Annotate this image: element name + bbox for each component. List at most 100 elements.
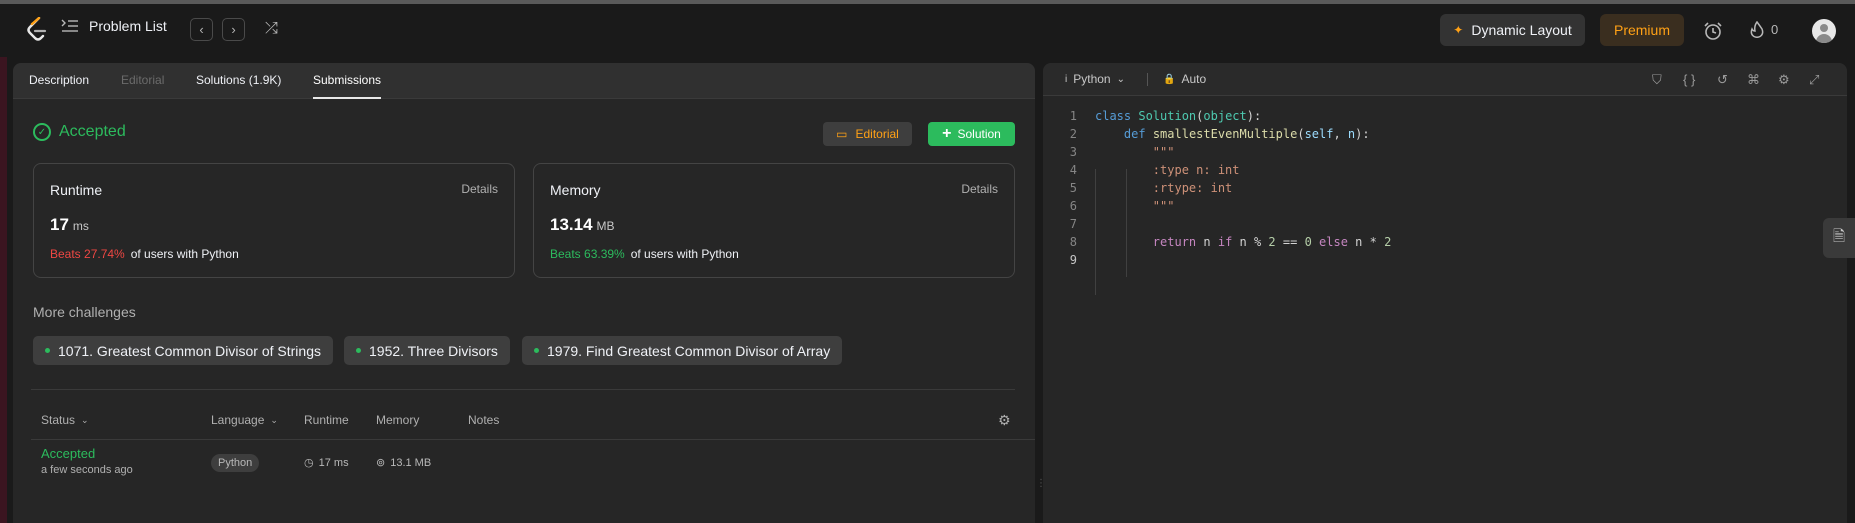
runtime-beats-percent: Beats 27.74% (50, 247, 125, 261)
command-icon[interactable]: ⌘ (1747, 72, 1760, 88)
plus-icon: + (942, 125, 952, 142)
expand-icon[interactable]: ⤢ (1809, 72, 1819, 88)
status-column-header[interactable]: Status ⌄ (41, 413, 89, 427)
auto-label: Auto (1181, 72, 1207, 86)
challenge-chip[interactable]: 1979. Find Greatest Common Divisor of Ar… (522, 336, 843, 365)
memory-header-label: Memory (376, 413, 420, 427)
code-line: 7 (1043, 215, 1847, 233)
difficulty-dot-icon (534, 348, 539, 353)
document-icon: 🗎 (1832, 227, 1846, 245)
chevron-down-icon: ⌄ (270, 414, 278, 425)
next-problem-button[interactable]: › (222, 18, 245, 41)
sparkle-icon: ✦ (1453, 23, 1464, 37)
code-line: 9 (1043, 251, 1847, 269)
runtime-details-link[interactable]: Details (461, 182, 498, 196)
memory-beats-suffix: of users with Python (630, 247, 739, 261)
runtime-title: Runtime (50, 182, 103, 198)
line-number: 9 (1069, 253, 1077, 267)
memory-beats: Beats 63.39% of users with Python (550, 247, 739, 261)
line-number: 7 (1069, 217, 1077, 231)
user-avatar[interactable] (1812, 19, 1836, 43)
code-line: 2 def smallestEvenMultiple(self, n): (1043, 125, 1847, 143)
shuffle-icon[interactable]: ⤮ (265, 20, 278, 38)
row-memory: ⊚ 13.1 MB (376, 456, 431, 470)
lock-icon: 🔒 (1163, 73, 1176, 85)
panel-tabs: Description Editorial Solutions (1.9K) S… (13, 63, 1035, 99)
tab-editorial[interactable]: Editorial (121, 73, 164, 87)
difficulty-dot-icon (45, 348, 50, 353)
auto-mode-toggle[interactable]: 🔒 Auto (1163, 72, 1206, 86)
dynamic-layout-button[interactable]: ✦ Dynamic Layout (1440, 14, 1585, 46)
notes-header-label: Notes (468, 413, 500, 427)
memory-card[interactable]: Memory Details 13.14 MB Beats 63.39% of u… (533, 163, 1015, 278)
editorial-button[interactable]: ▭ Editorial (823, 122, 912, 146)
line-number: 8 (1069, 235, 1077, 249)
runtime-value: 17 ms (50, 215, 89, 235)
section-divider (31, 389, 1015, 390)
chevron-left-icon: ‹ (199, 22, 204, 37)
challenge-title: 1071. Greatest Common Divisor of Strings (58, 342, 321, 359)
code-editor-panel: i Python ⌄ 🔒 Auto ⛉ { } ↺ ⌘ ⚙ ⤢ 1 class S… (1043, 63, 1847, 523)
prev-problem-button[interactable]: ‹ (190, 18, 213, 41)
memory-column-header: Memory (376, 413, 419, 427)
bookmark-icon[interactable]: ⛉ (1652, 72, 1662, 88)
memory-value: 13.14 MB (550, 215, 615, 235)
active-tab-indicator (313, 97, 381, 99)
challenge-chip[interactable]: 1952. Three Divisors (344, 336, 510, 365)
info-icon: i (1065, 73, 1068, 85)
code-line: 6 """ (1043, 197, 1847, 215)
row-timestamp: a few seconds ago (41, 464, 133, 476)
reset-icon[interactable]: ↺ (1717, 72, 1728, 88)
book-icon: ▭ (836, 127, 848, 141)
check-circle-icon: ✓ (33, 123, 51, 141)
row-status-link[interactable]: Accepted (41, 446, 95, 461)
row-runtime-value: 17 ms (318, 456, 349, 469)
tab-description[interactable]: Description (29, 73, 89, 87)
runtime-number: 17 (50, 215, 69, 234)
language-header-label: Language (211, 413, 265, 427)
settings-gear-icon[interactable]: ⚙ (1778, 72, 1790, 88)
clock-icon: ◷ (304, 457, 314, 469)
premium-label: Premium (1613, 22, 1670, 38)
code-line: 3 """ (1043, 143, 1847, 161)
notes-column-header: Notes (468, 413, 499, 427)
code-line: 5 :rtype: int (1043, 179, 1847, 197)
code-area[interactable]: 1 class Solution(object): 2 def smallestE… (1043, 107, 1847, 295)
tab-submissions[interactable]: Submissions (313, 73, 381, 87)
difficulty-dot-icon (356, 348, 361, 353)
challenge-chip[interactable]: 1071. Greatest Common Divisor of Strings (33, 336, 333, 365)
submission-status: ✓ Accepted (33, 123, 126, 141)
row-runtime: ◷ 17 ms (304, 456, 349, 470)
solution-button-label: Solution (957, 127, 1001, 141)
alarm-clock-icon[interactable] (1703, 21, 1723, 41)
format-braces-icon[interactable]: { } (1683, 72, 1695, 87)
gear-icon[interactable]: ⚙ (998, 412, 1011, 429)
notes-side-tab[interactable]: 🗎 (1823, 218, 1855, 258)
dynamic-layout-label: Dynamic Layout (1471, 22, 1572, 38)
line-number: 5 (1069, 181, 1077, 195)
premium-button[interactable]: Premium (1600, 14, 1684, 46)
problem-list-label: Problem List (89, 18, 167, 34)
problem-list-link[interactable]: Problem List (61, 18, 167, 34)
more-challenges-heading: More challenges (33, 304, 136, 320)
challenge-title: 1979. Find Greatest Common Divisor of Ar… (547, 342, 831, 359)
leetcode-logo-icon[interactable] (25, 17, 49, 43)
line-number: 3 (1069, 145, 1077, 159)
fire-icon (1750, 21, 1764, 38)
runtime-beats: Beats 27.74% of users with Python (50, 247, 239, 261)
language-column-header[interactable]: Language ⌄ (211, 413, 278, 427)
post-solution-button[interactable]: + Solution (928, 122, 1015, 146)
runtime-card[interactable]: Runtime Details 17 ms Beats 27.74% of use… (33, 163, 515, 278)
challenge-title: 1952. Three Divisors (369, 342, 498, 359)
line-number: 2 (1069, 127, 1077, 141)
runtime-beats-suffix: of users with Python (130, 247, 239, 261)
line-number: 1 (1069, 109, 1077, 123)
language-label: Python (1073, 72, 1111, 86)
chevron-down-icon: ⌄ (81, 414, 89, 425)
memory-details-link[interactable]: Details (961, 182, 998, 196)
tab-solutions[interactable]: Solutions (1.9K) (196, 73, 281, 87)
code-line: 1 class Solution(object): (1043, 107, 1847, 125)
top-navbar: Problem List ‹ › ⤮ ✦ Dynamic Layout Prem… (0, 4, 1855, 57)
language-selector[interactable]: i Python ⌄ (1065, 72, 1125, 86)
streak-counter[interactable]: 0 (1750, 21, 1778, 38)
